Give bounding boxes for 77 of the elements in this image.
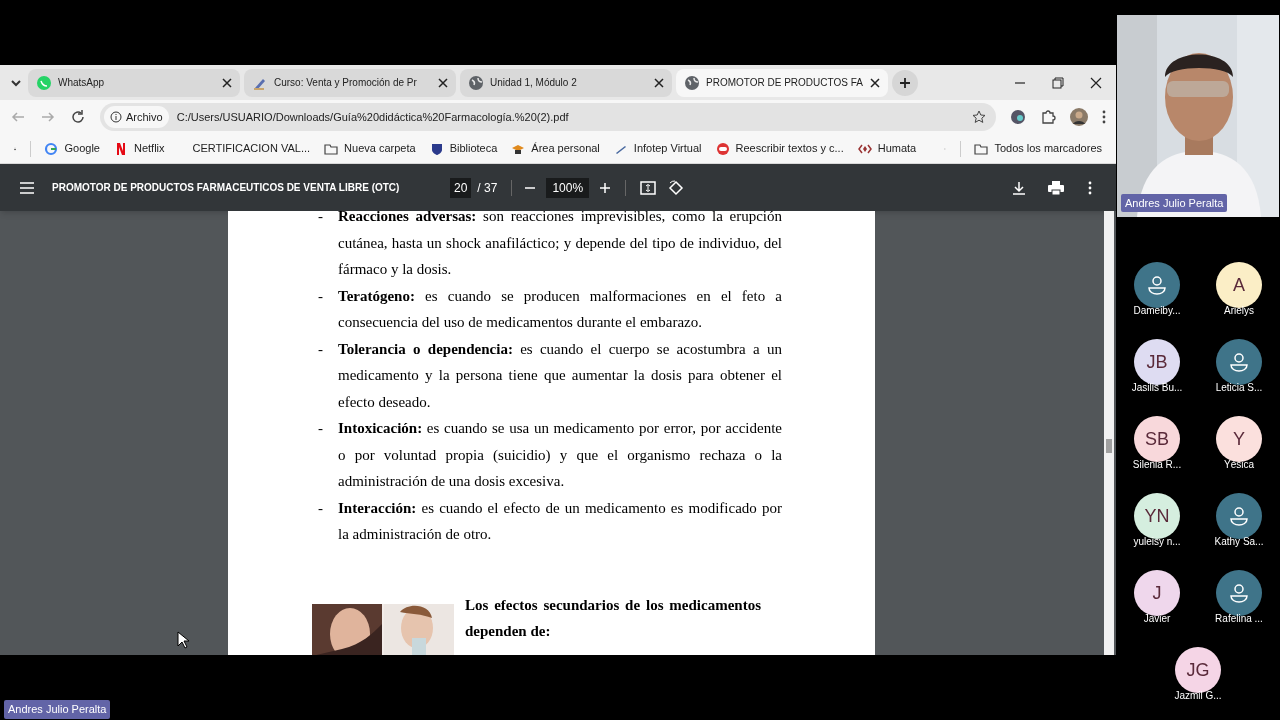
close-icon[interactable]: [1090, 76, 1102, 89]
bookmark[interactable]: Biblioteca: [429, 140, 498, 157]
person-icon: [1229, 583, 1249, 603]
bookmark[interactable]: Humata: [857, 140, 917, 157]
list-item-text: Intoxicación: es cuando se usa un medicamento por error, por accidente o por voluntad propia (suicidio) y que el organismo rechaza o la administración de una dosis excesiva.: [338, 419, 782, 491]
document-title: PROMOTOR DE PRODUCTOS FARMACEUTICOS DE VENTA LIBRE (OTC): [52, 181, 401, 195]
extension-icon[interactable]: [1010, 109, 1026, 125]
section-heading: Los efectos secundarios de los medicamentos dependen de:: [465, 595, 761, 641]
bookmark[interactable]: Reescribir textos y c...: [715, 140, 844, 157]
url-text: C:/Users/USUARIO/Downloads/Guía%20didáctica%20Farmacología.%20(2).pdf: [176, 109, 570, 125]
bookmark[interactable]: Nueva carpeta: [324, 140, 416, 157]
participant-name: Dameiby...: [1133, 304, 1181, 318]
chat-icon: [36, 74, 52, 91]
close-icon[interactable]: [654, 77, 664, 88]
bookmark[interactable]: Área personal: [511, 140, 600, 157]
tab-title: Curso: Venta y Promoción de Pr: [274, 76, 418, 90]
info-icon: [110, 111, 122, 123]
list-item-text: Interacción: es cuando el efecto de un medicamento es modificado por la administración de otro.: [338, 498, 782, 544]
person-icon: [1147, 275, 1167, 295]
star-icon[interactable]: [972, 110, 986, 124]
browser-tab[interactable]: Unidad 1, Módulo 2: [460, 68, 672, 97]
list-marker: -: [318, 419, 323, 438]
page-number-field[interactable]: 20: [450, 177, 472, 198]
zoom-field[interactable]: 100%: [546, 177, 590, 198]
g-letter-icon: [44, 141, 59, 156]
close-icon[interactable]: [222, 77, 232, 88]
zoom-in-icon[interactable]: [599, 181, 612, 194]
participant-name: Rafelina ...: [1215, 612, 1263, 626]
participant-name: Kathy Sa...: [1214, 535, 1264, 549]
chip-label: Archivo: [126, 109, 163, 125]
puzzle-icon[interactable]: [1040, 109, 1056, 125]
list-marker: -: [318, 286, 323, 306]
plus-icon: [899, 76, 911, 89]
list-item-text: Reacciones adversas: son reacciones imprevisibles, como la erupción cutánea, hasta un shock anafiláctico; y depende del tipo de individuo, del fármaco y la dosis.: [338, 211, 782, 279]
close-icon[interactable]: [438, 77, 448, 88]
folder-icon: [974, 141, 989, 156]
folder-icon: [324, 141, 339, 156]
print-icon[interactable]: [1048, 180, 1064, 195]
list-item-text: Tolerancia o dependencia: es cuando el cuerpo se acostumbra a un medicamento y la persona tiene que aumentar la dosis para obtener el efecto deseado.: [338, 339, 782, 412]
bookmark[interactable]: Infotep Virtual: [613, 140, 702, 157]
browser-tab[interactable]: PROMOTOR DE PRODUCTOS FA: [676, 68, 888, 97]
fit-page-icon[interactable]: [640, 180, 657, 195]
list-marker: -: [318, 498, 323, 518]
bookmark[interactable]: CERTIFICACION VAL...: [192, 140, 311, 157]
browser-tab[interactable]: Curso: Venta y Promoción de Pr: [244, 68, 456, 97]
close-icon[interactable]: [870, 77, 880, 88]
browser-tab[interactable]: WhatsApp: [28, 68, 240, 97]
participant-name: Leticia S...: [1215, 381, 1263, 395]
bookmark[interactable]: Todos los marcadores: [974, 140, 1102, 157]
tab-title: Unidad 1, Módulo 2: [490, 76, 578, 90]
new-tab-button[interactable]: [892, 69, 918, 96]
menu-icon[interactable]: [20, 181, 34, 194]
site-info-chip[interactable]: Archivo: [104, 106, 169, 128]
tab-title: PROMOTOR DE PRODUCTOS FA: [706, 76, 864, 90]
tab-title: WhatsApp: [58, 76, 106, 90]
cursor-icon: [177, 631, 189, 649]
avatar-icon[interactable]: [1070, 108, 1088, 126]
bookmark[interactable]: Google: [44, 140, 100, 157]
reload-icon[interactable]: [70, 109, 86, 125]
rotate-icon[interactable]: [668, 179, 685, 196]
shield-icon: [429, 141, 444, 156]
scrollbar[interactable]: [1104, 211, 1114, 655]
person-icon: [1229, 506, 1249, 526]
more-icon[interactable]: [1088, 180, 1092, 195]
bookmark[interactable]: Netflix: [113, 140, 165, 157]
address-bar[interactable]: Archivo C:/Users/USUARIO/Downloads/Guía%20didáctica%20Farmacología.%20(2).pdf: [100, 103, 996, 131]
list-item-text: Teratógeno: es cuando se producen malformaciones en el feto a consecuencia del uso de medicamentos durante el embarazo.: [338, 286, 782, 332]
list-marker: -: [318, 339, 323, 359]
download-icon[interactable]: [1012, 180, 1026, 195]
list-marker: -: [318, 211, 323, 226]
more-icon[interactable]: [1102, 110, 1106, 124]
person-icon: [1229, 352, 1249, 372]
globe-icon: [684, 74, 700, 91]
restore-icon[interactable]: [1052, 76, 1064, 89]
presenter-name-label: Andres Julio Peralta: [4, 700, 111, 719]
globe-icon: [468, 74, 484, 91]
page-count: / 37: [477, 179, 498, 197]
